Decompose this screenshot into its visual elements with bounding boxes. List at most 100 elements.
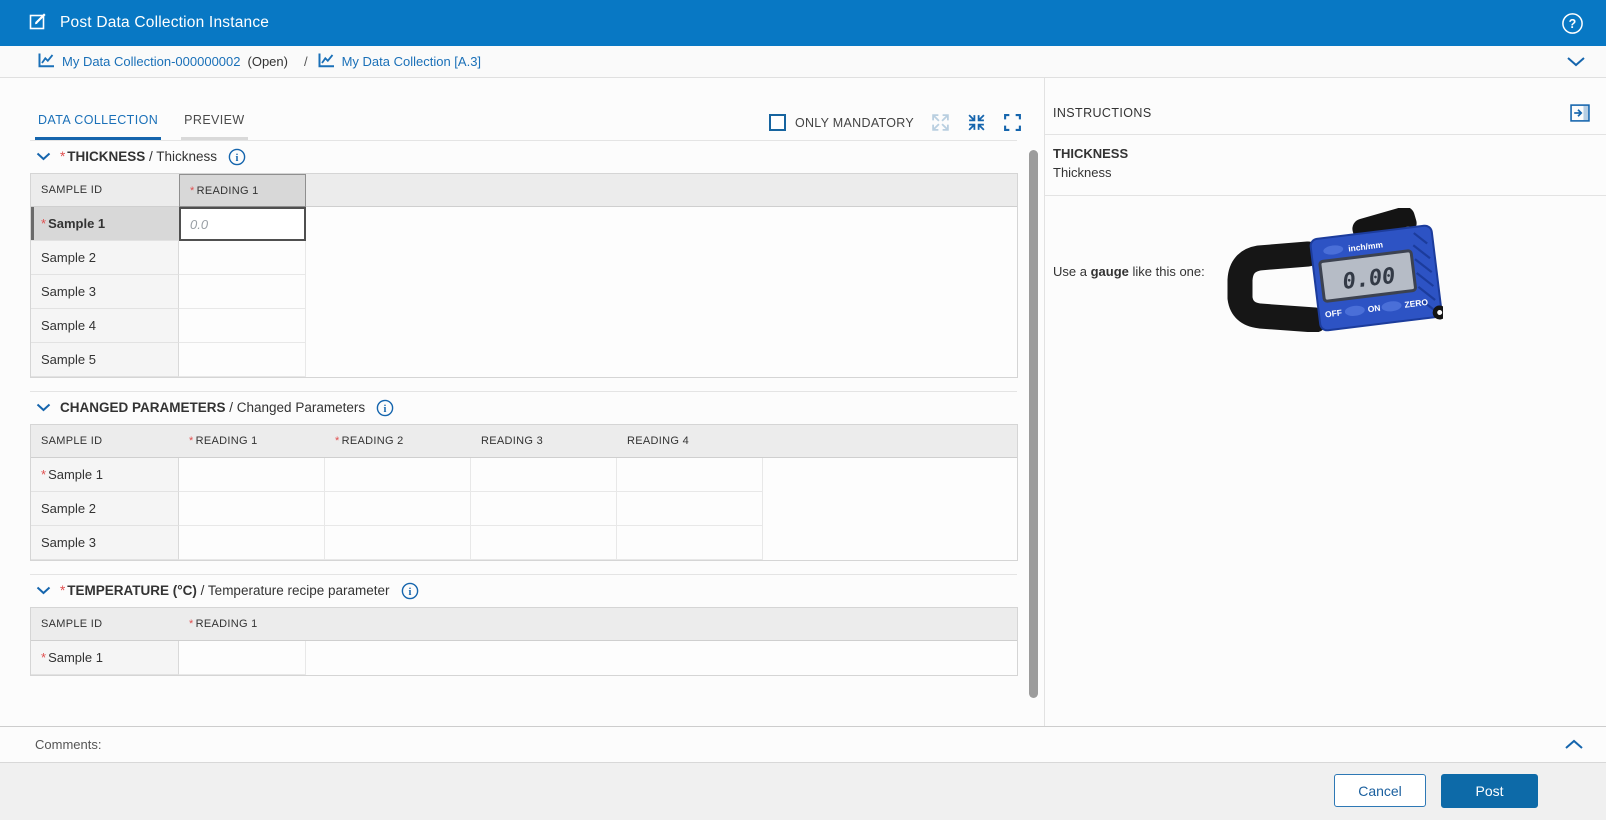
post-button[interactable]: Post xyxy=(1441,774,1538,808)
data-collection-pane: DATA COLLECTION PREVIEW ONLY MANDATORY xyxy=(0,78,1045,726)
column-header-reading-2[interactable]: *READING 2 xyxy=(325,425,471,458)
table-row: Sample 4 xyxy=(31,309,1017,343)
svg-text:i: i xyxy=(408,586,411,597)
table-row: *Sample 1 xyxy=(31,458,1017,492)
collapse-all-icon[interactable] xyxy=(967,113,986,132)
reading-cell[interactable] xyxy=(179,641,306,675)
only-mandatory-checkbox[interactable] xyxy=(769,114,786,131)
breadcrumb-link-instance[interactable]: My Data Collection-000000002 xyxy=(62,54,241,69)
sample-id-cell[interactable]: Sample 2 xyxy=(31,492,179,526)
gauge-image: inch/mm 0.00 OFF ON ZERO xyxy=(1211,208,1443,335)
column-header-reading-1[interactable]: *READING 1 xyxy=(179,425,325,458)
reading-cell[interactable] xyxy=(179,275,306,309)
hide-panel-icon[interactable] xyxy=(1570,104,1590,122)
reading-cell[interactable] xyxy=(617,526,763,560)
comments-bar: Comments: xyxy=(0,726,1606,762)
column-header-sample-id[interactable]: SAMPLE ID xyxy=(31,608,179,641)
table-row: *Sample 1 xyxy=(31,641,1017,675)
info-icon[interactable]: i xyxy=(401,582,419,600)
expand-all-icon[interactable] xyxy=(931,113,950,132)
svg-text:?: ? xyxy=(1569,17,1577,31)
table-row: Sample 2 xyxy=(31,241,1017,275)
reading-cell[interactable] xyxy=(179,309,306,343)
reading-cell[interactable]: 0.0 xyxy=(179,207,306,241)
data-collection-chart-icon xyxy=(38,53,55,71)
reading-cell[interactable] xyxy=(617,458,763,492)
column-header-reading-3[interactable]: READING 3 xyxy=(471,425,617,458)
sample-id-cell[interactable]: Sample 3 xyxy=(31,526,179,560)
row-filler xyxy=(763,458,1017,492)
column-header-filler xyxy=(306,174,1017,207)
reading-cell[interactable] xyxy=(471,526,617,560)
reading-cell[interactable] xyxy=(179,241,306,275)
gauge-off-label: OFF xyxy=(1324,307,1342,319)
instruction-parameter-description: Thickness xyxy=(1053,164,1598,183)
row-filler xyxy=(306,309,1017,343)
instruction-parameter-name: THICKNESS xyxy=(1053,145,1598,164)
title-bar: Post Data Collection Instance ? xyxy=(0,0,1606,46)
reading-cell[interactable] xyxy=(471,492,617,526)
reading-cell[interactable] xyxy=(471,458,617,492)
reading-cell[interactable] xyxy=(617,492,763,526)
sample-id-cell[interactable]: Sample 5 xyxy=(31,343,179,377)
row-filler xyxy=(306,207,1017,241)
toolbar: DATA COLLECTION PREVIEW ONLY MANDATORY xyxy=(0,78,1044,140)
breadcrumb-separator: / xyxy=(304,54,308,69)
column-header-reading-4[interactable]: READING 4 xyxy=(617,425,763,458)
svg-text:i: i xyxy=(236,152,239,163)
tab-preview[interactable]: PREVIEW xyxy=(181,113,247,140)
row-filler xyxy=(306,641,1017,675)
header-collapse-chevron-icon[interactable] xyxy=(1566,56,1586,67)
only-mandatory-checkbox-wrap[interactable]: ONLY MANDATORY xyxy=(769,114,914,131)
section-collapse-chevron-icon[interactable] xyxy=(36,586,51,595)
column-header-reading-1[interactable]: *READING 1 xyxy=(179,174,306,207)
instructions-title: INSTRUCTIONS xyxy=(1053,106,1152,120)
required-marker: * xyxy=(60,583,65,598)
table-row: Sample 3 xyxy=(31,526,1017,560)
section-collapse-chevron-icon[interactable] xyxy=(36,152,51,161)
reading-cell[interactable] xyxy=(325,458,471,492)
info-icon[interactable]: i xyxy=(228,148,246,166)
breadcrumb-link-definition[interactable]: My Data Collection [A.3] xyxy=(342,54,481,69)
section-title: CHANGED PARAMETERS / Changed Parameters xyxy=(60,400,365,415)
breadcrumb-item-definition[interactable]: My Data Collection [A.3] xyxy=(318,53,481,71)
tab-data-collection[interactable]: DATA COLLECTION xyxy=(35,113,161,140)
section-title: *THICKNESS / Thickness xyxy=(60,149,217,164)
sample-id-cell[interactable]: *Sample 1 xyxy=(31,458,179,492)
column-header-sample-id[interactable]: SAMPLE ID xyxy=(31,425,179,458)
instruction-text: Use a gauge like this one: xyxy=(1053,264,1205,279)
row-filler xyxy=(306,275,1017,309)
sample-id-cell[interactable]: *Sample 1 xyxy=(31,207,179,241)
instance-state: (Open) xyxy=(248,54,288,69)
column-header-filler xyxy=(763,425,1017,458)
info-icon[interactable]: i xyxy=(376,399,394,417)
fullscreen-icon[interactable] xyxy=(1003,113,1022,132)
reading-cell[interactable] xyxy=(325,492,471,526)
reading-cell[interactable] xyxy=(179,526,325,560)
sample-id-cell[interactable]: Sample 2 xyxy=(31,241,179,275)
sample-id-cell[interactable]: Sample 4 xyxy=(31,309,179,343)
reading-cell[interactable] xyxy=(179,458,325,492)
help-icon[interactable]: ? xyxy=(1561,12,1584,35)
breadcrumb: My Data Collection-000000002 (Open) / My… xyxy=(0,46,1606,78)
comments-collapse-chevron-icon[interactable] xyxy=(1564,739,1584,750)
section-collapse-chevron-icon[interactable] xyxy=(36,403,51,412)
cancel-button[interactable]: Cancel xyxy=(1334,774,1426,807)
reading-cell[interactable] xyxy=(179,343,306,377)
data-collection-chart-icon xyxy=(318,53,335,71)
sample-id-cell[interactable]: *Sample 1 xyxy=(31,641,179,675)
table-row: *Sample 10.0 xyxy=(31,207,1017,241)
reading-cell[interactable] xyxy=(325,526,471,560)
only-mandatory-label: ONLY MANDATORY xyxy=(795,116,914,130)
section-header: *THICKNESS / Thickness i xyxy=(30,140,1017,172)
tab-bar: DATA COLLECTION PREVIEW xyxy=(35,113,248,140)
reading-cell[interactable] xyxy=(179,492,325,526)
column-header-reading-1[interactable]: *READING 1 xyxy=(179,608,306,641)
vertical-scrollbar[interactable] xyxy=(1029,150,1038,698)
table-row: Sample 2 xyxy=(31,492,1017,526)
required-marker: * xyxy=(60,149,65,164)
breadcrumb-item-instance[interactable]: My Data Collection-000000002 xyxy=(38,53,241,71)
data-collection-table: SAMPLE ID*READING 1 *Sample 1 xyxy=(30,607,1018,676)
column-header-sample-id[interactable]: SAMPLE ID xyxy=(31,174,179,207)
sample-id-cell[interactable]: Sample 3 xyxy=(31,275,179,309)
